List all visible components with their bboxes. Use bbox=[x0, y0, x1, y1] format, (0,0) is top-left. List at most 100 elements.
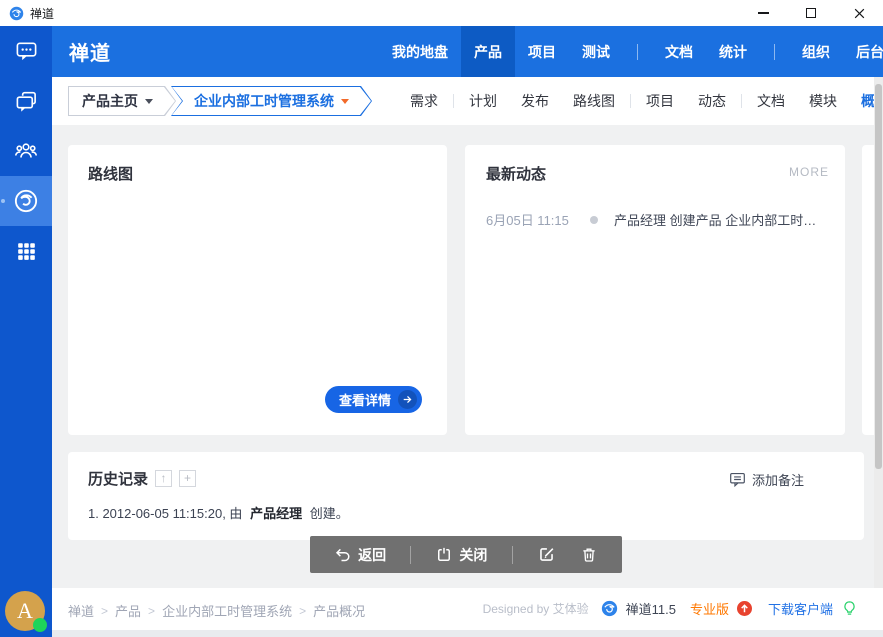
tab-roadmap[interactable]: 路线图 bbox=[561, 91, 627, 111]
nav-item-product[interactable]: 产品 bbox=[461, 26, 515, 77]
lightbulb-icon[interactable] bbox=[841, 600, 858, 617]
note-icon bbox=[729, 471, 746, 488]
tab-plan[interactable]: 计划 bbox=[457, 91, 509, 111]
delete-button[interactable] bbox=[580, 546, 598, 564]
close-label: 关闭 bbox=[459, 545, 487, 565]
toolbar-divider bbox=[410, 546, 411, 564]
breadcrumb-item-overview[interactable]: 产品概况 bbox=[313, 601, 365, 620]
nav-item-test[interactable]: 测试 bbox=[569, 26, 623, 77]
history-entry: 1. 2012-06-05 11:15:20, 由 产品经理 创建。 bbox=[88, 503, 844, 522]
comment-icon bbox=[15, 40, 38, 63]
arrow-right-icon bbox=[398, 390, 417, 409]
history-entry-action: 创建。 bbox=[310, 506, 349, 521]
trash-icon bbox=[580, 546, 598, 564]
power-close-icon bbox=[435, 546, 453, 564]
nav-item-report[interactable]: 统计 bbox=[706, 26, 760, 77]
product-select-dropdown[interactable]: 企业内部工时管理系统 bbox=[171, 86, 372, 116]
history-entry-actor: 产品经理 bbox=[250, 506, 302, 521]
upgrade-badge-icon[interactable] bbox=[737, 601, 752, 616]
undo-back-icon bbox=[334, 546, 352, 564]
breadcrumb-item-zentao[interactable]: 禅道 bbox=[68, 601, 94, 620]
collapse-history-button[interactable]: ↑ bbox=[155, 470, 172, 487]
back-button[interactable]: 返回 bbox=[334, 545, 386, 565]
tab-doc[interactable]: 文档 bbox=[745, 91, 797, 111]
close-button[interactable] bbox=[835, 0, 883, 26]
zentao-logo-icon bbox=[9, 6, 24, 21]
team-icon bbox=[14, 139, 38, 163]
brand-logo[interactable]: 禅道 bbox=[69, 37, 111, 66]
action-toolbar: 返回 关闭 bbox=[310, 536, 622, 573]
chevron-down-icon bbox=[341, 99, 349, 104]
footer-right: Designed by 艾体验 禅道11.5 专业版 下载客户端 bbox=[483, 599, 858, 618]
main-content: 路线图 查看详情 最新动态 MORE 6月05日 11:15 产品经理 创建产品… bbox=[52, 125, 883, 588]
sidebar-item-apps[interactable] bbox=[0, 226, 52, 276]
close-icon bbox=[853, 7, 866, 20]
tab-project[interactable]: 项目 bbox=[634, 91, 686, 111]
tab-story[interactable]: 需求 bbox=[398, 91, 450, 111]
history-card: 历史记录 ↑ + 1. 2012-06-05 11:15:20, 由 产品经理 … bbox=[68, 452, 864, 540]
sidebar-item-chats[interactable] bbox=[0, 76, 52, 126]
minimize-button[interactable] bbox=[739, 0, 787, 26]
vertical-scrollbar[interactable] bbox=[874, 77, 883, 588]
tab-release[interactable]: 发布 bbox=[509, 91, 561, 111]
nav-item-org[interactable]: 组织 bbox=[789, 26, 843, 77]
add-note-label: 添加备注 bbox=[752, 470, 804, 489]
minimize-icon bbox=[758, 12, 769, 13]
maximize-icon bbox=[806, 8, 816, 18]
app-window: 禅道 A 禅道 我的地盘 bbox=[0, 0, 883, 637]
back-label: 返回 bbox=[358, 545, 386, 565]
nav-divider bbox=[637, 44, 638, 60]
designed-by-label: Designed by 艾体验 bbox=[483, 600, 589, 617]
roadmap-card-title: 路线图 bbox=[88, 163, 427, 184]
edit-button[interactable] bbox=[537, 545, 556, 564]
edition-link[interactable]: 专业版 bbox=[690, 599, 729, 618]
online-status-dot bbox=[33, 618, 47, 632]
avatar-letter: A bbox=[17, 598, 33, 624]
zentao-globe-icon bbox=[601, 600, 618, 617]
activity-card-title: 最新动态 bbox=[486, 163, 546, 184]
version-label: 禅道11.5 bbox=[626, 599, 676, 618]
product-name-label: 企业内部工时管理系统 bbox=[194, 91, 334, 111]
activity-time: 6月05日 11:15 bbox=[486, 210, 582, 229]
nav-item-project[interactable]: 项目 bbox=[515, 26, 569, 77]
download-client-link[interactable]: 下载客户端 bbox=[768, 599, 833, 618]
sidebar-item-zentao[interactable] bbox=[0, 176, 52, 226]
breadcrumb-separator: > bbox=[148, 604, 155, 618]
nav-divider bbox=[774, 44, 775, 60]
maximize-button[interactable] bbox=[787, 0, 835, 26]
window-titlebar: 禅道 bbox=[0, 0, 883, 26]
apps-grid-icon bbox=[16, 241, 37, 262]
main-navbar: 禅道 我的地盘 产品 项目 测试 文档 统计 组织 后台 bbox=[52, 26, 883, 77]
nav-item-doc[interactable]: 文档 bbox=[652, 26, 706, 77]
edit-icon bbox=[537, 545, 556, 564]
product-home-label: 产品主页 bbox=[82, 91, 138, 111]
view-detail-label: 查看详情 bbox=[339, 390, 391, 409]
history-card-title: 历史记录 bbox=[88, 468, 148, 489]
window-bottom-strip bbox=[52, 630, 883, 637]
close-product-button[interactable]: 关闭 bbox=[435, 545, 487, 565]
expand-history-button[interactable]: + bbox=[179, 470, 196, 487]
footer: 禅道 > 产品 > 企业内部工时管理系统 > 产品概况 Designed by … bbox=[52, 588, 883, 630]
timeline-dot-icon bbox=[590, 216, 598, 224]
tab-module[interactable]: 模块 bbox=[797, 91, 849, 111]
toolbar-divider bbox=[512, 546, 513, 564]
breadcrumb-item-product[interactable]: 产品 bbox=[115, 601, 141, 620]
add-note-button[interactable]: 添加备注 bbox=[729, 470, 804, 489]
tab-divider bbox=[453, 94, 454, 108]
nav-item-admin[interactable]: 后台 bbox=[843, 26, 883, 77]
more-link[interactable]: MORE bbox=[789, 165, 829, 179]
activity-card: 最新动态 MORE 6月05日 11:15 产品经理 创建产品 企业内部工时… bbox=[465, 145, 845, 435]
tab-dynamic[interactable]: 动态 bbox=[686, 91, 738, 111]
breadcrumb-item-product-name[interactable]: 企业内部工时管理系统 bbox=[162, 601, 292, 620]
chevron-down-icon bbox=[145, 99, 153, 104]
zentao-logo-icon bbox=[12, 187, 40, 215]
sidebar-item-messages[interactable] bbox=[0, 26, 52, 76]
view-detail-button[interactable]: 查看详情 bbox=[325, 386, 422, 413]
sidebar-item-team[interactable] bbox=[0, 126, 52, 176]
activity-item[interactable]: 6月05日 11:15 产品经理 创建产品 企业内部工时… bbox=[486, 210, 829, 229]
scrollbar-thumb[interactable] bbox=[875, 84, 882, 469]
window-title: 禅道 bbox=[30, 5, 54, 22]
product-home-dropdown[interactable]: 产品主页 bbox=[68, 86, 176, 116]
nav-item-my-zone[interactable]: 我的地盘 bbox=[379, 26, 461, 77]
main-nav-items: 我的地盘 产品 项目 测试 文档 统计 组织 后台 bbox=[379, 26, 883, 77]
